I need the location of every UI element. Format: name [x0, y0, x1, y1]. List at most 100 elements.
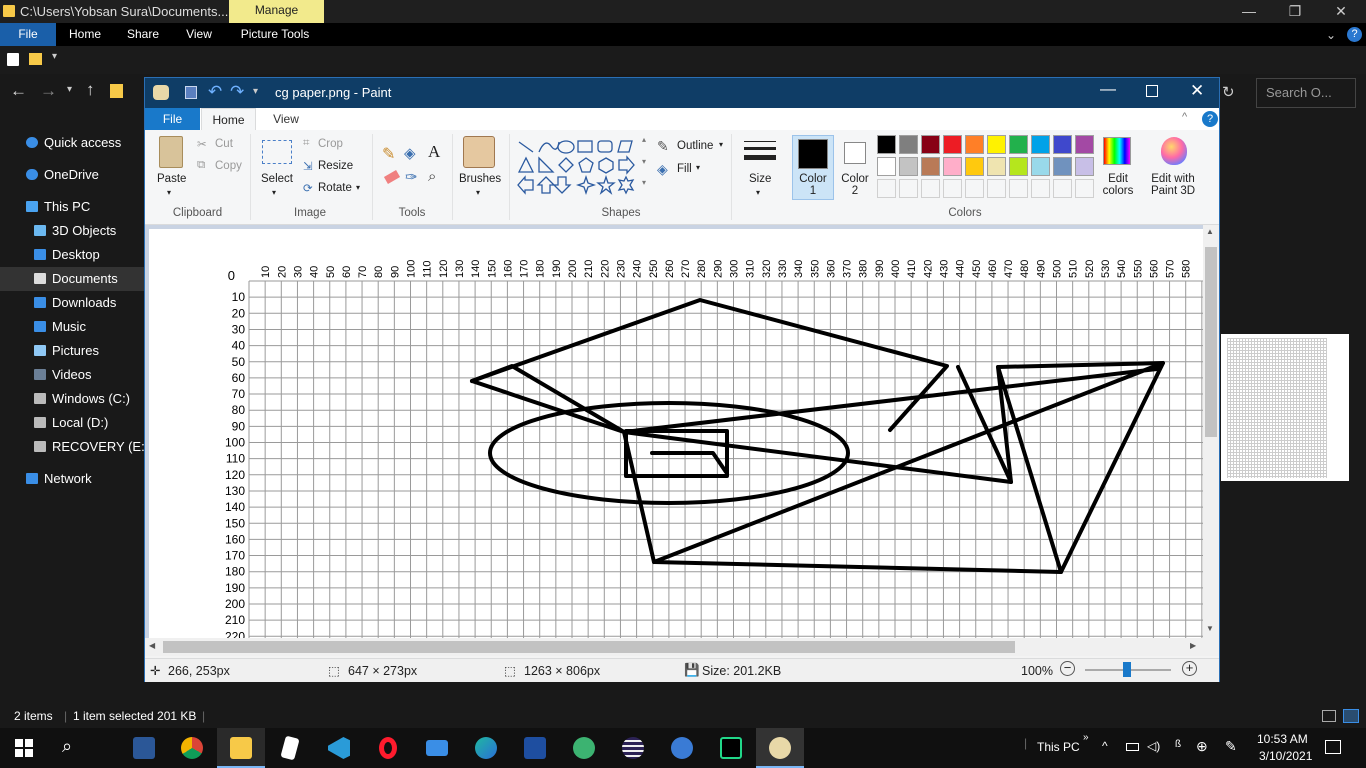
resize-button[interactable]: Resize [318, 160, 353, 172]
opera-app[interactable] [364, 728, 412, 768]
restore-icon[interactable]: ❐ [1272, 0, 1318, 23]
color-swatch[interactable] [877, 179, 896, 198]
color-swatch[interactable] [1009, 179, 1028, 198]
redo-icon[interactable]: ↷ [230, 82, 244, 102]
nav-videos[interactable]: Videos [0, 363, 144, 387]
store-app[interactable] [266, 728, 314, 768]
nav-pictures[interactable]: Pictures [0, 339, 144, 363]
color-swatch[interactable] [921, 157, 940, 176]
edit-with-paint3d-button[interactable]: Edit with Paint 3D [1147, 173, 1199, 197]
close-icon[interactable]: ✕ [1318, 0, 1364, 23]
paint3d-icon[interactable] [1161, 137, 1187, 165]
file-explorer-app[interactable] [217, 728, 265, 768]
color-swatch[interactable] [877, 135, 896, 154]
nav-this-pc[interactable]: This PC [0, 195, 144, 219]
color-swatch[interactable] [1053, 135, 1072, 154]
eclipse-app[interactable] [609, 728, 657, 768]
edge-app[interactable] [462, 728, 510, 768]
clock-date[interactable]: 3/10/2021 [1259, 749, 1312, 763]
outline-dropdown-icon[interactable]: ▾ [719, 140, 723, 149]
file-thumbnail-preview[interactable] [1221, 334, 1349, 481]
details-view-icon[interactable] [1322, 710, 1336, 722]
color-swatch[interactable] [943, 157, 962, 176]
brushes-button[interactable]: Brushes [459, 173, 501, 185]
nav-network[interactable]: Network [0, 467, 144, 491]
scroll-up-icon[interactable]: ▲ [1206, 227, 1214, 236]
rotate-button[interactable]: Rotate [318, 182, 352, 194]
shapes-scroll-up-icon[interactable]: ▴ [642, 135, 646, 144]
tab-share[interactable]: Share [116, 23, 170, 46]
globe-icon[interactable]: ⊕ [1196, 738, 1208, 755]
select-dropdown-icon[interactable]: ▾ [272, 188, 276, 197]
tab-view[interactable]: View [174, 23, 224, 46]
color-swatch[interactable] [987, 179, 1006, 198]
edit-colors-button[interactable]: Edit colors [1100, 173, 1136, 197]
cut-button[interactable]: Cut [215, 138, 233, 150]
pen-icon[interactable]: ✎ [1225, 738, 1237, 755]
shapes-gallery[interactable] [515, 138, 655, 200]
save-icon[interactable] [185, 86, 197, 99]
forward-icon[interactable]: → [40, 81, 57, 101]
teams-app[interactable] [658, 728, 706, 768]
color-swatch[interactable] [1075, 179, 1094, 198]
refresh-icon[interactable]: ↻ [1222, 83, 1235, 101]
paste-button[interactable]: Paste [157, 173, 186, 185]
tab-picture-tools[interactable]: Picture Tools [232, 23, 318, 46]
nav-windows-c[interactable]: Windows (C:) [0, 387, 144, 411]
tab-home[interactable]: Home [58, 23, 112, 46]
zoom-in-icon[interactable]: + [1182, 661, 1197, 676]
nav-quick-access[interactable]: Quick access [0, 131, 144, 155]
word-app[interactable] [120, 728, 168, 768]
battery-icon[interactable] [1126, 743, 1139, 751]
color-swatch[interactable] [1031, 157, 1050, 176]
search-input[interactable]: Search O... [1256, 78, 1356, 108]
color-swatch[interactable] [1075, 157, 1094, 176]
text-tool-icon[interactable]: A [428, 142, 440, 162]
color-picker-icon[interactable]: ✑ [405, 168, 418, 186]
color-swatch[interactable] [965, 157, 984, 176]
pencil-icon[interactable]: ✎ [382, 144, 395, 164]
this-pc-toolbar[interactable]: This PC [1037, 740, 1080, 754]
vscode-app[interactable] [315, 728, 363, 768]
scroll-down-icon[interactable]: ▼ [1206, 624, 1214, 633]
paint-tab-view[interactable]: View [260, 108, 312, 130]
paint-tab-home[interactable]: Home [201, 108, 256, 130]
paint-maximize-icon[interactable] [1146, 85, 1158, 97]
search-taskbar-icon[interactable]: ⌕ [62, 736, 72, 757]
size-button[interactable]: Size [749, 173, 771, 185]
brushes-dropdown-icon[interactable]: ▾ [476, 188, 480, 197]
color-swatch[interactable] [877, 157, 896, 176]
minimize-icon[interactable]: — [1226, 0, 1272, 23]
paint-minimize-icon[interactable]: — [1100, 81, 1116, 99]
color-swatch[interactable] [1031, 135, 1050, 154]
recent-icon[interactable]: ▾ [67, 84, 72, 95]
color-swatch[interactable] [1053, 179, 1072, 198]
crop-button[interactable]: Crop [318, 138, 343, 150]
tab-file[interactable]: File [0, 23, 56, 46]
color-swatch[interactable] [921, 135, 940, 154]
nav-music[interactable]: Music [0, 315, 144, 339]
color-swatch[interactable] [1075, 135, 1094, 154]
color-swatch[interactable] [1009, 157, 1028, 176]
back-icon[interactable]: ← [10, 81, 27, 101]
nav-3d-objects[interactable]: 3D Objects [0, 219, 144, 243]
color-swatch[interactable] [965, 179, 984, 198]
visual-studio-app[interactable] [511, 728, 559, 768]
paint-close-icon[interactable]: ✕ [1190, 81, 1204, 101]
brushes-icon[interactable] [463, 136, 495, 168]
select-button[interactable]: Select [261, 173, 293, 185]
color2-label[interactable]: Color 2 [840, 173, 870, 197]
color-swatch[interactable] [1053, 157, 1072, 176]
scroll-left-icon[interactable]: ◀ [149, 641, 155, 650]
vertical-scrollbar[interactable]: ▲ ▼ [1203, 225, 1219, 638]
paint-help-icon[interactable]: ? [1202, 111, 1218, 127]
clock-time[interactable]: 10:53 AM [1257, 732, 1308, 746]
canvas[interactable]: 10 20 30 40 50 60 70 80 90 100 110 120 130 140 150 160 1… [149, 229, 1203, 638]
fill-dropdown-icon[interactable]: ▾ [696, 163, 700, 172]
color-swatch[interactable] [899, 157, 918, 176]
properties-icon[interactable] [7, 53, 19, 66]
nav-onedrive[interactable]: OneDrive [0, 163, 144, 187]
outline-button[interactable]: Outline [677, 140, 713, 152]
magnifier-icon[interactable]: ⌕ [428, 168, 436, 185]
toolbar-expand-icon[interactable]: » [1083, 732, 1089, 743]
